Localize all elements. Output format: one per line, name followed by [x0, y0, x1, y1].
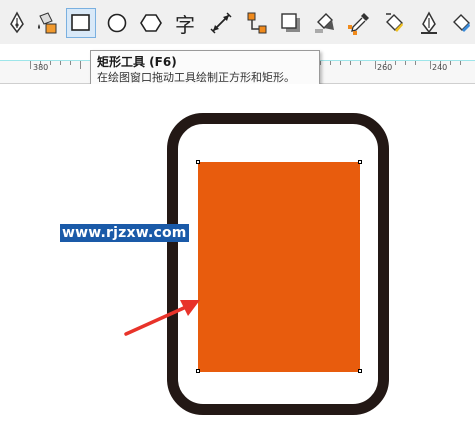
smart-fill-icon — [38, 12, 57, 34]
polygon-icon — [140, 14, 162, 32]
selection-handle[interactable] — [358, 369, 362, 373]
toolbox: 字 — [0, 0, 475, 44]
pen-icon — [10, 11, 24, 34]
interactive-fill-icon — [386, 13, 403, 32]
text-tool-icon: 字 — [175, 12, 195, 37]
ruler-label: 240 — [432, 63, 448, 72]
tool-outline-pen[interactable] — [414, 8, 444, 38]
drop-shadow-icon — [281, 13, 300, 32]
fill-icon — [453, 14, 470, 32]
red-arrow-icon — [124, 300, 200, 336]
eyedropper-icon — [348, 13, 369, 35]
tool-ellipse[interactable] — [102, 8, 132, 38]
tool-interactive-fill[interactable] — [380, 8, 410, 38]
dimension-icon — [210, 12, 232, 34]
tool-eyedropper[interactable] — [344, 8, 374, 38]
tool-polygon[interactable] — [136, 8, 166, 38]
rectangle-icon — [71, 14, 90, 31]
ruler-label: 380 — [33, 63, 49, 72]
tool-drop-shadow[interactable] — [276, 8, 306, 38]
ruler-label: 260 — [377, 63, 393, 72]
tool-smart-fill[interactable] — [32, 8, 62, 38]
tool-rectangle[interactable] — [66, 8, 96, 38]
selection-handle[interactable] — [358, 160, 362, 164]
tool-pen[interactable] — [2, 8, 32, 38]
tool-transparency[interactable] — [310, 8, 340, 38]
transparency-icon — [315, 13, 334, 33]
selection-handle[interactable] — [196, 369, 200, 373]
outline-pen-icon — [421, 11, 437, 34]
tool-text[interactable]: 字 — [170, 8, 200, 38]
watermark: www.rjzxw.com — [60, 224, 189, 242]
selection-handle[interactable] — [196, 160, 200, 164]
orange-rectangle[interactable] — [198, 162, 360, 372]
connector-icon — [247, 12, 267, 34]
ellipse-icon — [107, 13, 127, 33]
tool-connector[interactable] — [242, 8, 272, 38]
tool-fill[interactable] — [446, 8, 475, 38]
tooltip-title: 矩形工具 (F6) — [97, 55, 177, 69]
tool-dimension[interactable] — [206, 8, 236, 38]
